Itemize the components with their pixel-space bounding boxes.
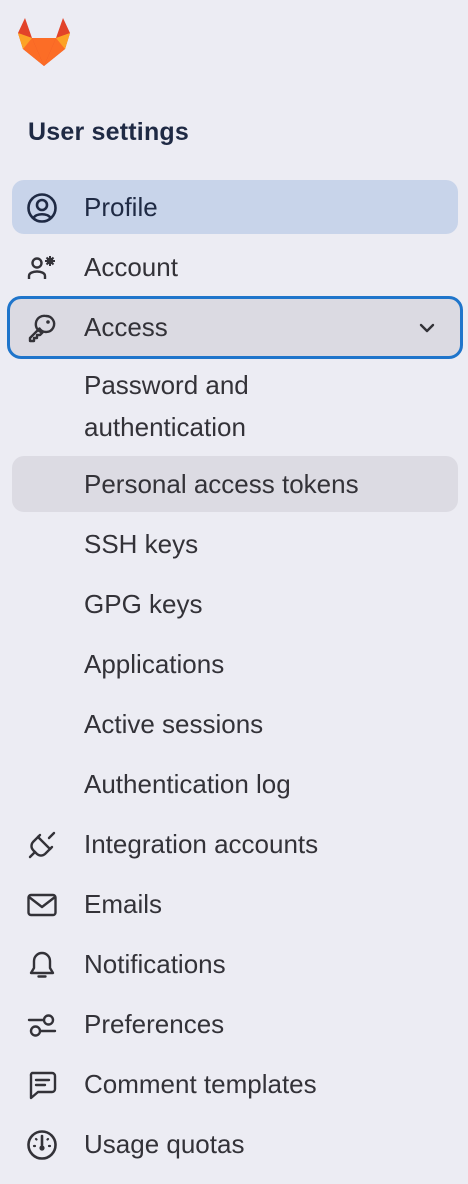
bell-icon: [26, 949, 58, 981]
user-gear-icon: [26, 252, 58, 284]
envelope-icon: [26, 889, 58, 921]
sub-item-label: SSH keys: [84, 529, 199, 559]
nav-item-emails[interactable]: Emails: [12, 877, 458, 931]
sub-item-label: Personal access tokens: [84, 469, 359, 499]
nav-item-label: Account: [84, 252, 178, 282]
nav-item-label: Profile: [84, 192, 158, 222]
nav-item-preferences[interactable]: Preferences: [12, 997, 458, 1051]
sub-item-label: GPG keys: [84, 589, 203, 619]
dashboard-icon: [26, 1129, 58, 1161]
sub-item-label: Applications: [84, 649, 225, 679]
sub-item-authentication-log[interactable]: Authentication log: [84, 763, 291, 805]
nav-item-account[interactable]: Account: [12, 240, 458, 294]
gitlab-logo-icon[interactable]: [17, 16, 71, 68]
nav-item-label: Emails: [84, 889, 163, 919]
sub-item-label: Active sessions: [84, 709, 264, 739]
section-title: User settings: [28, 118, 189, 146]
sub-item-gpg-keys[interactable]: GPG keys: [84, 583, 202, 625]
nav-item-label: Preferences: [84, 1009, 225, 1039]
sub-item-label-line2: authentication: [84, 412, 246, 442]
settings-sidebar: User settings Profile Account Access Pas…: [0, 0, 468, 1184]
sub-item-active-sessions[interactable]: Active sessions: [84, 703, 263, 745]
user-circle-icon: [26, 192, 58, 224]
sliders-icon: [26, 1009, 58, 1041]
nav-item-label: Usage quotas: [84, 1129, 245, 1159]
plug-icon: [26, 829, 58, 861]
sub-item-ssh-keys[interactable]: SSH keys: [84, 523, 198, 565]
comment-icon: [26, 1069, 58, 1101]
sub-item-label: Authentication log: [84, 769, 291, 799]
nav-item-usage-quotas[interactable]: Usage quotas: [12, 1117, 458, 1171]
sub-item-personal-access-tokens[interactable]: Personal access tokens: [12, 456, 458, 512]
sub-item-applications[interactable]: Applications: [84, 643, 224, 685]
nav-item-profile[interactable]: Profile: [12, 180, 458, 234]
nav-item-label: Notifications: [84, 949, 226, 979]
nav-item-label: Comment templates: [84, 1069, 317, 1099]
nav-item-label: Access: [84, 312, 168, 342]
nav-item-notifications[interactable]: Notifications: [12, 937, 458, 991]
nav-item-comment-templates[interactable]: Comment templates: [12, 1057, 458, 1111]
nav-item-access[interactable]: Access: [7, 296, 463, 359]
key-icon: [26, 312, 58, 344]
nav-item-label: Integration accounts: [84, 829, 319, 859]
chevron-down-icon[interactable]: [416, 317, 438, 339]
sub-item-password-authentication[interactable]: Password and authentication: [84, 364, 249, 448]
sub-item-label-line1: Password and: [84, 370, 249, 400]
nav-item-integration-accounts[interactable]: Integration accounts: [12, 817, 458, 871]
